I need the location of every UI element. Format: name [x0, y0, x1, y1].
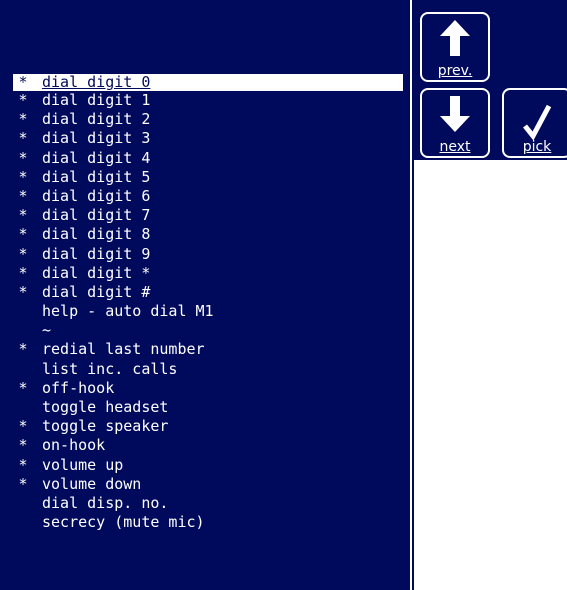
- star-marker: *: [18, 244, 28, 263]
- list-item[interactable]: toggle headset: [0, 398, 408, 417]
- star-marker: *: [18, 474, 28, 493]
- star-marker: *: [18, 225, 28, 244]
- list-item-label: dial disp. no.: [42, 493, 169, 512]
- list-item-label: dial digit 1: [42, 91, 151, 109]
- list-item-label: toggle speaker: [42, 417, 169, 436]
- prev-button[interactable]: prev.: [420, 12, 490, 82]
- list-item[interactable]: * dial digit 8: [0, 225, 408, 244]
- list-item-label: secrecy (mute mic): [42, 513, 205, 532]
- list-item[interactable]: * dial digit *: [0, 264, 408, 283]
- list-item[interactable]: * on-hook: [0, 436, 408, 455]
- list-item-label: dial digit 0: [42, 73, 151, 91]
- star-marker: *: [18, 455, 28, 474]
- star-marker: *: [18, 186, 28, 205]
- list-item[interactable]: * redial last number: [0, 340, 408, 359]
- prev-button-label: prev.: [437, 63, 473, 79]
- list-item[interactable]: * dial digit 6: [0, 187, 408, 206]
- list-item-label: dial digit 8: [42, 225, 151, 244]
- star-marker: *: [18, 110, 28, 129]
- star-marker: *: [18, 206, 28, 225]
- list-item-label: redial last number: [42, 340, 205, 359]
- list-item[interactable]: * dial digit 7: [0, 206, 408, 225]
- list-item-label: help - auto dial M1: [42, 302, 214, 321]
- checkmark-icon: [523, 104, 552, 141]
- star-marker: *: [18, 263, 28, 282]
- star-marker: *: [18, 436, 28, 455]
- star-marker: *: [18, 340, 28, 359]
- list-item[interactable]: * dial digit 1: [0, 91, 408, 110]
- list-item[interactable]: * toggle speaker: [0, 417, 408, 436]
- next-button[interactable]: next: [420, 88, 490, 158]
- list-item-label: dial digit *: [42, 263, 151, 282]
- star-marker: *: [18, 417, 28, 436]
- menu-list: * dial digit 0 * dial digit 1 * dial digit 2 *…: [0, 74, 408, 532]
- list-item-label: dial digit 6: [42, 186, 151, 205]
- star-marker: *: [18, 73, 28, 91]
- list-item[interactable]: secrecy (mute mic): [0, 513, 408, 532]
- list-item[interactable]: * volume up: [0, 456, 408, 475]
- list-item[interactable]: dial disp. no.: [0, 494, 408, 513]
- button-strip: prev. next pick: [414, 0, 567, 160]
- list-item[interactable]: ~: [0, 321, 408, 340]
- pick-button[interactable]: pick: [502, 88, 567, 158]
- list-item-label: toggle headset: [42, 398, 169, 416]
- list-item-label: dial digit 3: [42, 129, 151, 148]
- list-item-label: dial digit 5: [42, 167, 151, 186]
- list-item-label: ~: [42, 321, 52, 340]
- list-item[interactable]: * off-hook: [0, 379, 408, 398]
- list-item[interactable]: * dial digit 3: [0, 129, 408, 148]
- list-item[interactable]: list inc. calls: [0, 360, 408, 379]
- list-item-label: off-hook: [42, 378, 115, 397]
- list-item[interactable]: * dial digit 4: [0, 149, 408, 168]
- list-item[interactable]: * volume down: [0, 475, 408, 494]
- list-item[interactable]: help - auto dial M1: [0, 302, 408, 321]
- star-marker: *: [18, 167, 28, 186]
- star-marker: *: [18, 282, 28, 301]
- list-item-label: volume up: [42, 455, 124, 474]
- list-item[interactable]: * dial digit 2: [0, 110, 408, 129]
- list-item-label: volume down: [42, 474, 142, 493]
- list-item-label: dial digit 4: [42, 148, 151, 167]
- list-item[interactable]: * dial digit 9: [0, 245, 408, 264]
- pick-button-label: pick: [522, 139, 552, 155]
- menu-list-panel: * dial digit 0 * dial digit 1 * dial digit 2 *…: [0, 0, 408, 590]
- list-item-label: dial digit 7: [42, 206, 151, 225]
- star-marker: *: [18, 129, 28, 148]
- down-arrow-icon: [440, 96, 470, 132]
- list-item-label: list inc. calls: [42, 359, 178, 378]
- list-item[interactable]: * dial digit #: [0, 283, 408, 302]
- star-marker: *: [18, 91, 28, 109]
- star-marker: *: [18, 148, 28, 167]
- list-item-label: dial digit 9: [42, 244, 151, 263]
- list-item-label: on-hook: [42, 436, 106, 455]
- up-arrow-icon: [440, 20, 470, 56]
- next-button-label: next: [439, 139, 471, 155]
- star-marker: *: [18, 378, 28, 397]
- list-item-label: dial digit #: [42, 282, 151, 301]
- list-item-label: dial digit 2: [42, 110, 151, 129]
- list-item[interactable]: * dial digit 5: [0, 168, 408, 187]
- list-item-selected[interactable]: * dial digit 0: [13, 74, 403, 91]
